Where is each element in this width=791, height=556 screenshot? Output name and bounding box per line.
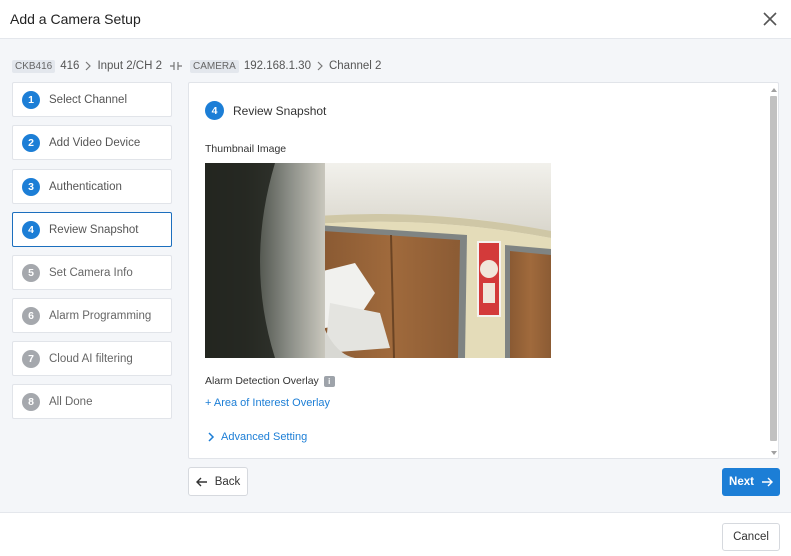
step-label: Select Channel: [49, 93, 127, 106]
step-set-camera-info[interactable]: 5 Set Camera Info: [12, 255, 172, 290]
back-label: Back: [214, 475, 241, 488]
scroll-down-arrow[interactable]: [771, 451, 777, 455]
review-snapshot-panel: 4 Review Snapshot Thumbnail Image Alarm …: [188, 82, 779, 459]
step-number: 3: [22, 177, 40, 196]
next-button[interactable]: Next: [722, 468, 780, 496]
step-label: Set Camera Info: [49, 266, 133, 279]
area-of-interest-overlay-link[interactable]: + Area of Interest Overlay: [205, 397, 330, 409]
overlay-label-text: Alarm Detection Overlay: [205, 375, 319, 387]
step-label: Review Snapshot: [49, 223, 139, 236]
panel-scrollbar[interactable]: [769, 83, 778, 458]
step-number: 1: [22, 90, 40, 109]
step-review-snapshot[interactable]: 4 Review Snapshot: [12, 212, 172, 247]
close-icon[interactable]: [759, 8, 781, 30]
step-number: 5: [22, 263, 40, 282]
device-tag: CKB416: [12, 59, 56, 73]
chevron-right-icon: [84, 61, 92, 71]
advanced-setting-label: Advanced Setting: [221, 431, 308, 443]
step-number: 6: [22, 306, 40, 325]
step-label: All Done: [49, 395, 93, 408]
step-number: 4: [22, 220, 40, 239]
info-icon[interactable]: i: [323, 375, 335, 387]
step-label: Alarm Programming: [49, 309, 152, 322]
step-number: 8: [22, 392, 40, 411]
step-select-channel[interactable]: 1 Select Channel: [12, 82, 172, 117]
camera-tag: CAMERA: [190, 59, 239, 73]
arrow-left-icon: [195, 477, 207, 486]
step-label: Add Video Device: [49, 136, 141, 149]
step-label: Cloud AI filtering: [49, 352, 133, 365]
step-authentication[interactable]: 3 Authentication: [12, 169, 172, 204]
arrow-right-icon: [761, 477, 773, 487]
next-label: Next: [729, 476, 754, 488]
step-number: 7: [22, 349, 40, 368]
thumbnail-label: Thumbnail Image: [205, 143, 287, 155]
step-alarm-programming[interactable]: 6 Alarm Programming: [12, 298, 172, 333]
device-id: 416: [60, 60, 80, 72]
panel-step-number: 4: [205, 101, 224, 120]
dialog-title: Add a Camera Setup: [10, 11, 141, 27]
chevron-right-icon: [208, 432, 215, 442]
step-label: Authentication: [49, 180, 122, 193]
step-all-done[interactable]: 8 All Done: [12, 384, 172, 419]
dialog-footer: Cancel: [0, 512, 791, 556]
scroll-up-arrow[interactable]: [771, 88, 777, 92]
link-icon: [169, 60, 183, 72]
breadcrumb: CKB416 416 Input 2/CH 2 CAMERA 192.168.1…: [12, 58, 381, 74]
alarm-detection-overlay-label: Alarm Detection Overlay i: [205, 375, 335, 387]
input-label: Input 2/CH 2: [97, 60, 163, 72]
dialog-header: Add a Camera Setup: [0, 0, 791, 39]
step-cloud-ai-filtering[interactable]: 7 Cloud AI filtering: [12, 341, 172, 376]
camera-snapshot-image: [205, 163, 551, 358]
step-add-video-device[interactable]: 2 Add Video Device: [12, 125, 172, 160]
camera-ip: 192.168.1.30: [243, 60, 311, 72]
channel-label: Channel 2: [328, 60, 382, 72]
cancel-button[interactable]: Cancel: [722, 523, 780, 551]
panel-header: 4 Review Snapshot: [205, 101, 326, 120]
back-button[interactable]: Back: [188, 467, 248, 496]
step-number: 2: [22, 133, 40, 152]
panel-title: Review Snapshot: [233, 103, 327, 118]
scrollbar-thumb[interactable]: [770, 96, 777, 441]
chevron-right-icon: [316, 61, 324, 71]
advanced-setting-toggle[interactable]: Advanced Setting: [205, 431, 307, 443]
